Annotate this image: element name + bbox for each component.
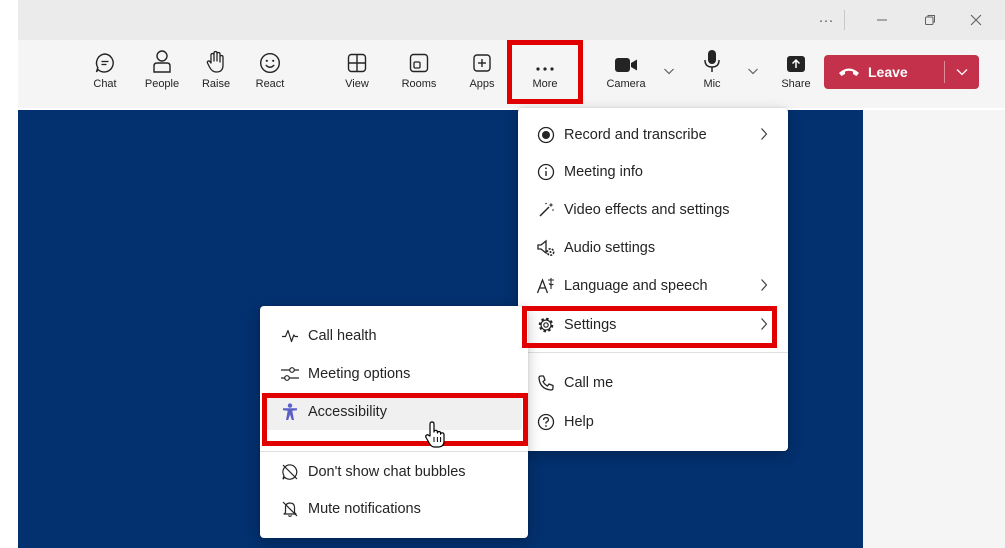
smiley-icon [259,52,281,74]
submenu-item-label: Meeting options [308,366,411,382]
menu-item-label: Video effects and settings [564,202,730,218]
chat-icon [95,53,114,73]
chevron-right-icon [761,128,768,140]
hand-cursor-icon [425,421,445,448]
bell-off-icon [282,501,298,517]
camera-button[interactable]: Camera [602,48,650,100]
rooms-label: Rooms [401,78,437,90]
leave-label: Leave [868,64,908,80]
menu-item-audio-settings[interactable]: Audio settings [518,230,788,266]
title-bar-divider [844,10,845,30]
apps-label: Apps [469,78,495,90]
camera-options-chevron-icon[interactable] [663,66,675,76]
submenu-item-dont-show-chat-bubbles[interactable]: Don't show chat bubbles [260,454,528,490]
mic-button[interactable]: Mic [688,48,736,100]
hang-up-icon [839,68,859,76]
pulse-icon [282,329,298,343]
menu-item-help[interactable]: Help [518,404,788,440]
phone-icon [538,375,554,391]
raise-hand-button[interactable]: Raise [192,48,240,100]
people-label: People [144,78,180,90]
chat-button[interactable]: Chat [81,48,129,100]
add-apps-icon [473,54,491,72]
menu-item-label: Call me [564,375,614,391]
mic-options-chevron-icon[interactable] [747,66,759,76]
camera-icon [615,58,637,72]
chat-off-icon [282,464,298,480]
speaker-gear-icon [537,239,555,257]
restore-icon[interactable] [916,8,944,32]
magic-wand-icon [539,202,554,217]
menu-divider [518,352,788,353]
record-icon [537,126,555,144]
people-button[interactable]: People [138,48,186,100]
chat-label: Chat [93,78,117,90]
minimize-icon[interactable] [868,8,896,32]
leave-options-button[interactable] [945,55,979,89]
menu-item-language-and-speech[interactable]: Language and speech [518,268,788,304]
leave-button[interactable]: Leave [824,55,944,89]
menu-item-label: Record and transcribe [564,127,707,143]
help-icon [537,413,555,431]
menu-item-label: Language and speech [564,278,708,294]
submenu-item-mute-notifications[interactable]: Mute notifications [260,491,528,527]
menu-item-meeting-info[interactable]: Meeting info [518,154,788,190]
menu-item-label: Audio settings [564,240,656,256]
submenu-item-label: Mute notifications [308,501,421,517]
right-pane [863,110,1005,548]
more-menu: Record and transcribe Meeting info Video… [518,108,788,451]
menu-item-video-effects[interactable]: Video effects and settings [518,192,788,228]
hand-icon [206,50,224,73]
language-icon [536,278,554,294]
chevron-down-icon [956,69,968,76]
grid-view-icon [347,53,367,73]
react-button[interactable]: React [246,48,294,100]
mic-label: Mic [703,78,721,90]
raise-label: Raise [201,78,231,90]
view-button[interactable]: View [333,48,381,100]
apps-button[interactable]: Apps [458,48,506,100]
settings-highlight-box [522,306,777,348]
leave-button-group: Leave [824,55,979,89]
accessibility-highlight-box [262,393,528,446]
menu-item-record-and-transcribe[interactable]: Record and transcribe [518,117,788,153]
close-icon[interactable] [962,8,990,32]
react-label: React [255,78,285,90]
info-icon [537,163,555,181]
share-screen-icon [787,56,805,72]
title-bar [18,0,1005,40]
view-label: View [345,78,369,90]
share-button[interactable]: Share [772,48,820,100]
rooms-icon [409,53,429,73]
menu-item-call-me[interactable]: Call me [518,365,788,401]
submenu-item-meeting-options[interactable]: Meeting options [260,356,528,392]
more-highlight-box [507,40,583,104]
rooms-button[interactable]: Rooms [395,48,443,100]
chevron-right-icon [761,279,768,291]
submenu-divider [260,451,528,452]
submenu-item-label: Call health [308,328,377,344]
submenu-item-label: Don't show chat bubbles [308,464,466,480]
submenu-item-call-health[interactable]: Call health [260,318,528,354]
microphone-icon [704,50,720,72]
more-options-icon[interactable]: ··· [812,8,840,32]
menu-item-label: Help [564,414,594,430]
people-icon [153,50,171,73]
menu-item-label: Meeting info [564,164,643,180]
sliders-icon [281,367,299,381]
camera-label: Camera [606,78,646,90]
share-label: Share [781,78,811,90]
